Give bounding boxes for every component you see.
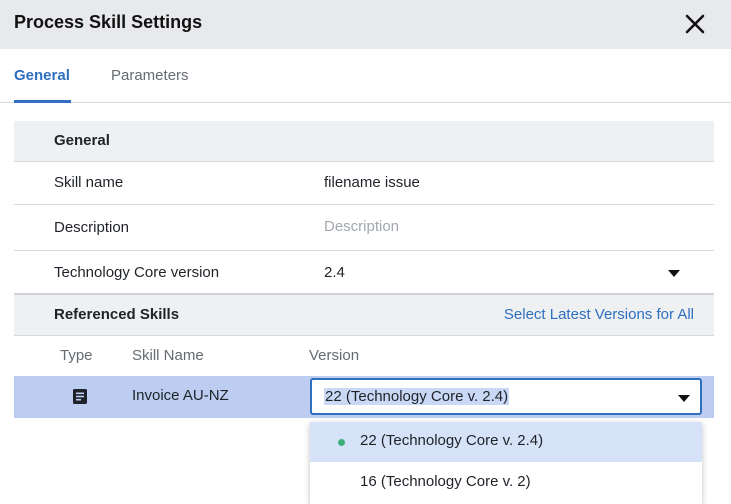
version-dropdown: 22 (Technology Core v. 2.4) 16 (Technolo… <box>310 422 702 504</box>
chevron-down-icon[interactable] <box>668 270 680 277</box>
dialog-title: Process Skill Settings <box>14 12 203 32</box>
column-header-type: Type <box>60 347 93 364</box>
dialog-header: Process Skill Settings <box>0 0 731 49</box>
version-option-label: 16 (Technology Core v. 2) <box>360 473 531 490</box>
close-icon[interactable] <box>680 9 710 39</box>
skill-name-label: Skill name <box>54 174 124 191</box>
document-icon <box>72 388 88 405</box>
version-option[interactable]: 16 (Technology Core v. 2) <box>310 463 702 503</box>
description-input[interactable]: Description <box>324 218 399 235</box>
general-section-header: General <box>14 121 714 162</box>
description-row: Description Description <box>14 205 714 251</box>
chevron-down-icon[interactable] <box>678 395 690 402</box>
skill-name-value[interactable]: filename issue <box>324 174 420 191</box>
general-section-title: General <box>54 132 110 149</box>
active-tab-indicator <box>14 100 71 103</box>
description-label: Description <box>54 219 130 236</box>
column-header-skill-name: Skill Name <box>132 347 204 364</box>
table-row[interactable]: Invoice AU-NZ 22 (Technology Core v. 2.4… <box>14 376 714 418</box>
tech-core-row: Technology Core version 2.4 <box>14 251 714 295</box>
version-select[interactable]: 22 (Technology Core v. 2.4) <box>310 378 702 415</box>
selected-dot-icon <box>338 439 345 446</box>
skill-name-cell: Invoice AU-NZ <box>132 387 229 404</box>
tab-general[interactable]: General <box>14 67 70 84</box>
referenced-section-title: Referenced Skills <box>54 306 180 323</box>
version-option[interactable]: 22 (Technology Core v. 2.4) <box>310 422 702 462</box>
version-select-value: 22 (Technology Core v. 2.4) <box>324 388 510 405</box>
referenced-section-header: Referenced Skills Select Latest Versions… <box>14 295 714 336</box>
column-header-version: Version <box>309 347 360 364</box>
version-option-label: 22 (Technology Core v. 2.4) <box>360 432 544 449</box>
skill-name-row: Skill name filename issue <box>14 162 714 205</box>
select-latest-versions-link[interactable]: Select Latest Versions for All <box>504 306 694 323</box>
tab-parameters[interactable]: Parameters <box>111 67 189 84</box>
tab-bar: General Parameters <box>0 49 731 103</box>
tech-core-select[interactable]: 2.4 <box>324 264 345 281</box>
tech-core-label: Technology Core version <box>54 264 220 281</box>
